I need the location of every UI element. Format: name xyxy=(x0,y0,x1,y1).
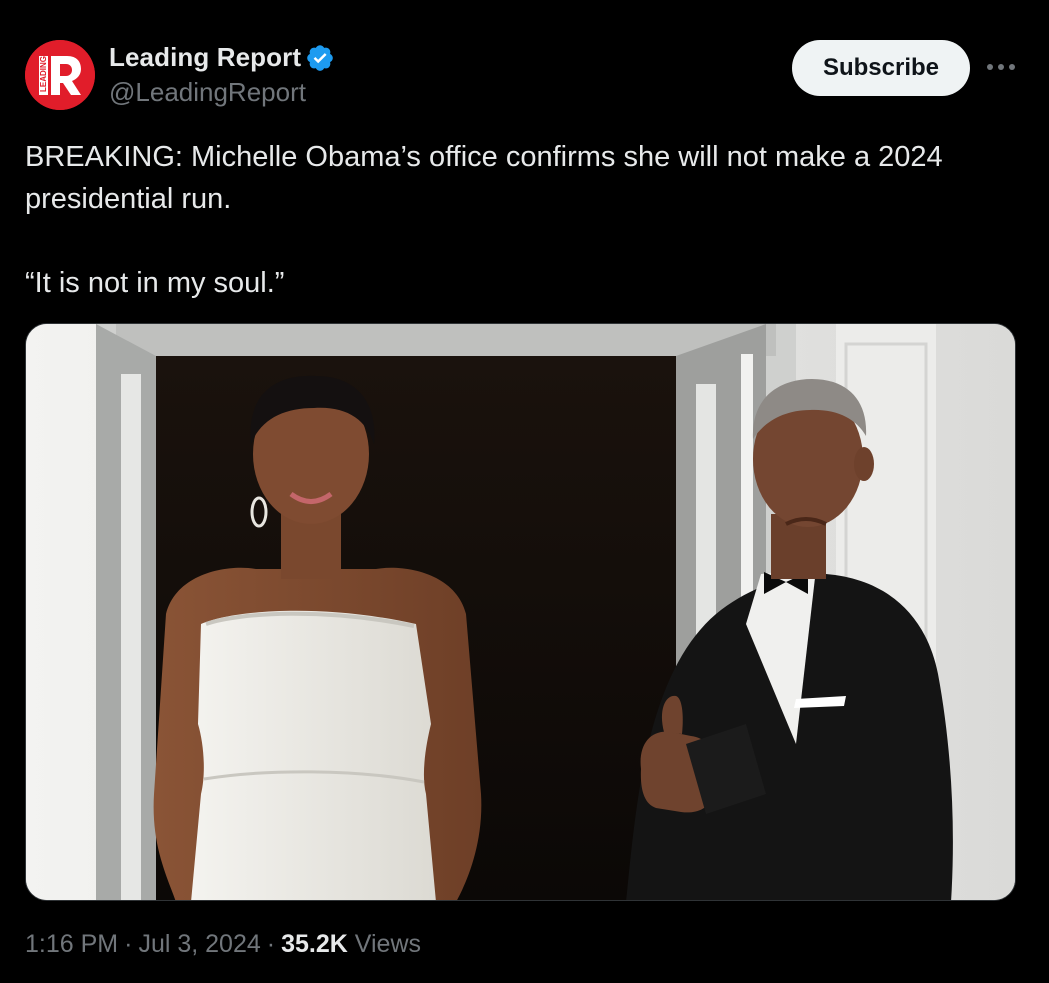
meta-separator-2: · xyxy=(266,930,276,958)
more-options-icon[interactable] xyxy=(984,52,1018,82)
tweet-card: LEADING Leading Report @LeadingReport Su… xyxy=(0,0,1049,983)
subscribe-button[interactable]: Subscribe xyxy=(792,40,970,96)
tweet-date[interactable]: Jul 3, 2024 xyxy=(138,930,260,958)
author-avatar[interactable]: LEADING xyxy=(25,40,95,110)
leading-report-logo-icon: LEADING xyxy=(25,40,95,110)
tweet-photo[interactable] xyxy=(25,323,1016,901)
views-label: Views xyxy=(354,930,422,958)
author-name[interactable]: Leading Report xyxy=(109,42,301,73)
logo-text: LEADING xyxy=(39,56,48,92)
tweet-meta: 1:16 PM · Jul 3, 2024 · 35.2K Views xyxy=(25,930,421,959)
photo-illustration xyxy=(26,324,1015,900)
tweet-text: BREAKING: Michelle Obama’s office confir… xyxy=(25,136,1015,304)
meta-separator: · xyxy=(124,930,133,958)
tweet-text-quote: “It is not in my soul.” xyxy=(25,267,285,299)
author-handle[interactable]: @LeadingReport xyxy=(109,77,306,108)
verified-badge-icon xyxy=(305,43,335,73)
tweet-text-line1: BREAKING: Michelle Obama’s office confir… xyxy=(25,141,943,215)
views-count: 35.2K xyxy=(281,930,348,958)
tweet-time[interactable]: 1:16 PM xyxy=(25,930,118,958)
